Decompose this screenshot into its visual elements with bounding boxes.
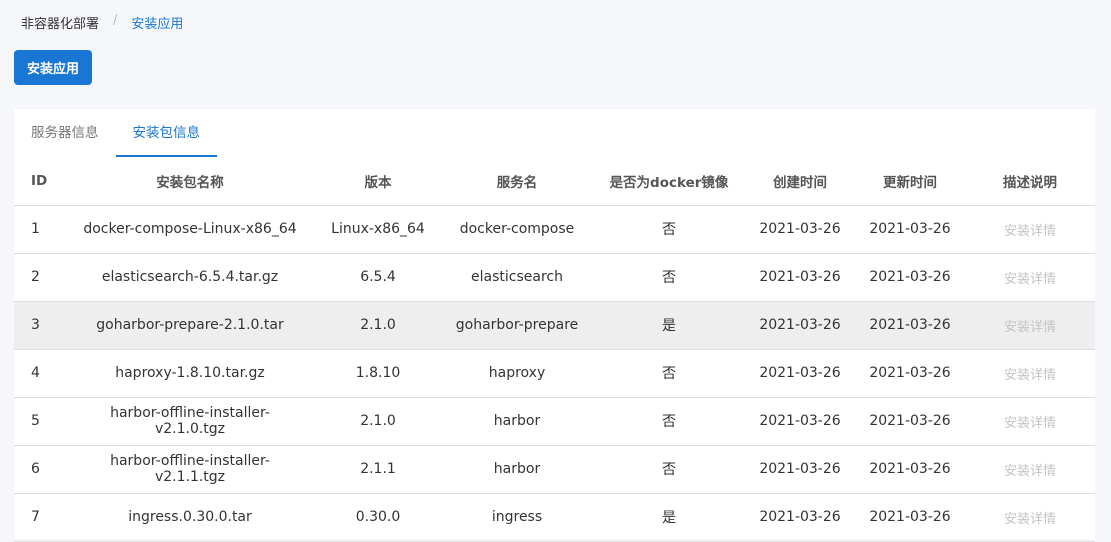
tabs: 服务器信息 安装包信息 — [14, 109, 1095, 157]
table-row[interactable]: 3 goharbor-prepare-2.1.0.tar 2.1.0 goharbor… — [14, 301, 1095, 350]
table-cell: 否 — [580, 253, 758, 302]
breadcrumb: 非容器化部署 / 安装应用 — [21, 13, 183, 32]
table-cell: harbor-offline-installer-v2.1.1.tgz — [78, 445, 302, 494]
table-cell: haproxy-1.8.10.tar.gz — [78, 349, 302, 398]
table-cell-empty — [1082, 397, 1095, 446]
table-cell: 2021-03-26 — [842, 445, 978, 494]
table-cell: 4 — [14, 349, 78, 398]
column-header: 创建时间 — [758, 157, 842, 206]
table-cell: 5 — [14, 397, 78, 446]
table-cell: docker-compose-Linux-x86_64 — [78, 205, 302, 254]
table-cell: 7 — [14, 493, 78, 542]
table-row[interactable]: 1 docker-compose-Linux-x86_64 Linux-x86_64… — [14, 205, 1095, 254]
install-details-link[interactable]: 安装详情 — [978, 445, 1082, 494]
table-cell: 2 — [14, 253, 78, 302]
table-cell: 否 — [580, 205, 758, 254]
column-header: 服务名 — [454, 157, 580, 206]
table-cell-empty — [1082, 493, 1095, 542]
table-cell: 否 — [580, 397, 758, 446]
table-cell: 2021-03-26 — [842, 397, 978, 446]
table-cell: 2021-03-26 — [842, 349, 978, 398]
install-app-button[interactable]: 安装应用 — [14, 50, 92, 85]
table-cell: 2021-03-26 — [758, 205, 842, 254]
table-cell: elasticsearch — [454, 253, 580, 302]
column-header: 版本 — [302, 157, 454, 206]
table-cell: 2021-03-26 — [758, 445, 842, 494]
table-cell: 2.1.1 — [302, 445, 454, 494]
table-cell: haproxy — [454, 349, 580, 398]
install-details-link[interactable]: 安装详情 — [978, 493, 1082, 542]
table-cell: harbor — [454, 397, 580, 446]
table-cell-empty — [1082, 349, 1095, 398]
table-cell: 2.1.0 — [302, 301, 454, 350]
table-cell: 2021-03-26 — [842, 205, 978, 254]
install-details-link[interactable]: 安装详情 — [978, 253, 1082, 302]
table-cell: 2021-03-26 — [758, 301, 842, 350]
table-cell-empty — [1082, 445, 1095, 494]
install-details-link[interactable]: 安装详情 — [978, 349, 1082, 398]
table-cell: goharbor-prepare-2.1.0.tar — [78, 301, 302, 350]
table-row[interactable]: 7 ingress.0.30.0.tar 0.30.0 ingress 是 2021-03… — [14, 493, 1095, 542]
table-row[interactable]: 5 harbor-offline-installer-v2.1.0.tgz 2.1.… — [14, 397, 1095, 446]
table-cell: goharbor-prepare — [454, 301, 580, 350]
table-cell: 0.30.0 — [302, 493, 454, 542]
table-cell-empty — [1082, 301, 1095, 350]
table-cell: 2021-03-26 — [758, 493, 842, 542]
package-card: 服务器信息 安装包信息 ID 安装包名称 版本 服务名 是否为docker镜像 创建时间更… — [14, 109, 1095, 542]
table-cell: 2021-03-26 — [758, 349, 842, 398]
table-cell: 2021-03-26 — [758, 253, 842, 302]
table-cell: docker-compose — [454, 205, 580, 254]
column-header: ID — [14, 157, 78, 206]
table-row[interactable]: 2 elasticsearch-6.5.4.tar.gz 6.5.4 elastics… — [14, 253, 1095, 302]
breadcrumb-parent[interactable]: 非容器化部署 — [21, 13, 99, 32]
table-cell: 2.1.0 — [302, 397, 454, 446]
table-cell: 1.8.10 — [302, 349, 454, 398]
table-cell: harbor-offline-installer-v2.1.0.tgz — [78, 397, 302, 446]
table-cell: 1 — [14, 205, 78, 254]
column-header: 更新时间 — [842, 157, 978, 206]
install-details-link[interactable]: 安装详情 — [978, 301, 1082, 350]
table-cell: 否 — [580, 445, 758, 494]
table-cell: 2021-03-26 — [842, 253, 978, 302]
table-cell: 是 — [580, 493, 758, 542]
breadcrumb-separator: / — [113, 13, 118, 28]
table-cell: elasticsearch-6.5.4.tar.gz — [78, 253, 302, 302]
table-cell: harbor — [454, 445, 580, 494]
table-row[interactable]: 6 harbor-offline-installer-v2.1.1.tgz 2.1.… — [14, 445, 1095, 494]
table-cell: 3 — [14, 301, 78, 350]
column-header: 是否为docker镜像 — [580, 157, 758, 206]
tab-server-info[interactable]: 服务器信息 — [14, 109, 116, 157]
install-details-link[interactable]: 安装详情 — [978, 205, 1082, 254]
table-cell: 6.5.4 — [302, 253, 454, 302]
table-row[interactable]: 4 haproxy-1.8.10.tar.gz 1.8.10 haproxy 否 2021… — [14, 349, 1095, 398]
column-header: 安装包名称 — [78, 157, 302, 206]
table-cell: 2021-03-26 — [758, 397, 842, 446]
breadcrumb-current: 安装应用 — [131, 17, 184, 32]
tab-package-info[interactable]: 安装包信息 — [115, 109, 217, 157]
column-header: 描述说明 — [978, 157, 1082, 206]
table-cell: 否 — [580, 349, 758, 398]
table-header: ID 安装包名称 版本 服务名 是否为docker镜像 创建时间 更新时间 描述说明 — [14, 157, 1095, 206]
table-cell: 2021-03-26 — [842, 301, 978, 350]
table-cell-empty — [1082, 205, 1095, 254]
table-cell: Linux-x86_64 — [302, 205, 454, 254]
table-cell: ingress — [454, 493, 580, 542]
table-cell-empty — [1082, 253, 1095, 302]
package-table: ID 安装包名称 版本 服务名 是否为docker镜像 创建时间 更新时间 描述说明 1 doc… — [14, 157, 1095, 542]
table-cell: 是 — [580, 301, 758, 350]
table-cell: ingress.0.30.0.tar — [78, 493, 302, 542]
install-details-link[interactable]: 安装详情 — [978, 397, 1082, 446]
table-cell: 6 — [14, 445, 78, 494]
table-cell: 2021-03-26 — [842, 493, 978, 542]
